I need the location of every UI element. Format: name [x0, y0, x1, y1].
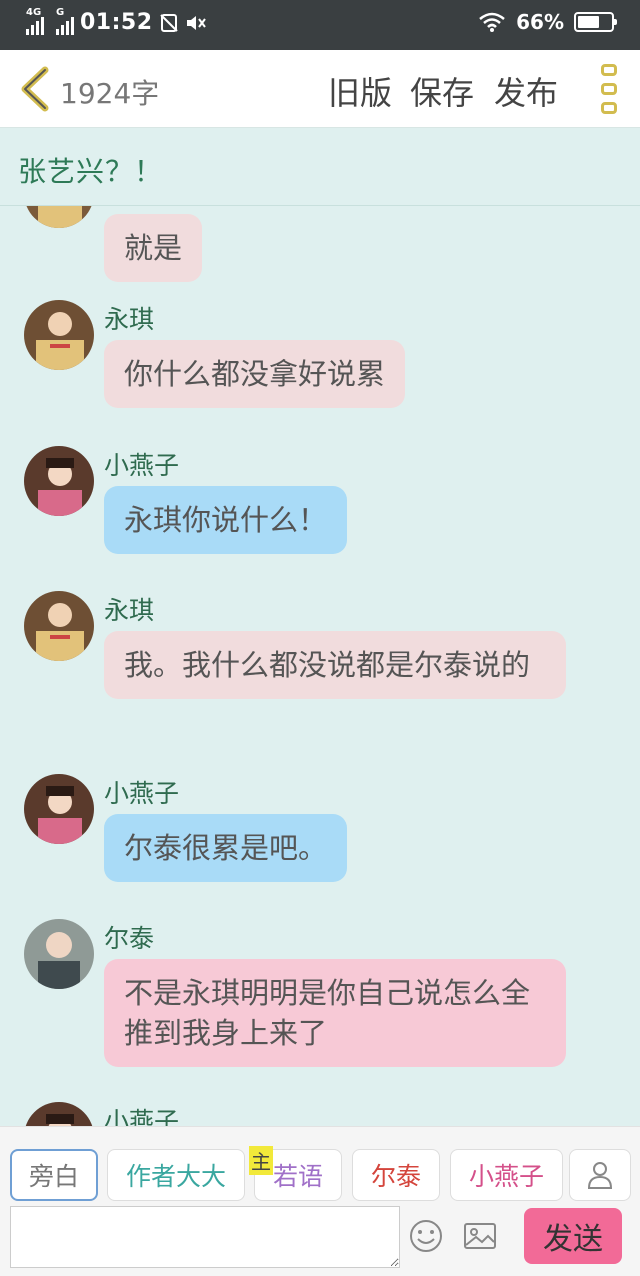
speaker-name: 小燕子: [104, 779, 180, 808]
message-bubble[interactable]: 不是永琪明明是你自己说怎么全推到我身上来了: [104, 959, 566, 1067]
role-narration[interactable]: 旁白: [10, 1149, 98, 1201]
message-bubble[interactable]: 你什么都没拿好说累: [104, 340, 406, 408]
role-ertai[interactable]: 尔泰: [352, 1149, 440, 1201]
chevron-left-icon: [21, 66, 49, 112]
no-sim-icon: [159, 13, 178, 32]
role-selector-bar: 旁白 作者大大 主 若语 尔泰 小燕子: [0, 1126, 640, 1204]
signal-4g-icon: 4G: [26, 7, 44, 35]
speaker-name: 尔泰: [104, 924, 155, 953]
chat-area[interactable]: 就是 永琪 你什么都没拿好说累 小燕子 永琪你说什么！ 永琪 我。我什么都没说都…: [0, 206, 640, 1126]
speaker-name: 永琪: [104, 305, 155, 334]
message-input[interactable]: [10, 1206, 400, 1268]
send-label: 发送: [543, 1222, 603, 1257]
input-bar: 发送: [0, 1204, 640, 1276]
clock: 01:52: [80, 10, 153, 35]
role-author[interactable]: 作者大大: [107, 1149, 245, 1201]
speaker-name: 小燕子: [104, 451, 180, 480]
role-label: 作者大大: [125, 1162, 226, 1191]
battery-icon: [574, 12, 617, 32]
emoji-icon[interactable]: [408, 1218, 444, 1254]
message-bubble[interactable]: 尔泰很累是吧。: [104, 814, 348, 882]
main-role-badge: 主: [249, 1146, 273, 1175]
mute-icon: [186, 15, 206, 30]
role-xiaoyanzi[interactable]: 小燕子: [450, 1149, 563, 1201]
word-count: 1924字: [60, 77, 160, 110]
avatar-xiaoyanzi: [24, 1102, 94, 1126]
story-title-bar[interactable]: 张艺兴？！: [0, 128, 640, 206]
wifi-icon: [479, 12, 505, 32]
role-label: 小燕子: [468, 1162, 544, 1191]
battery-percent: 66%: [516, 10, 564, 34]
status-bar: 4G G 01:52 66%: [0, 0, 640, 50]
add-role-button[interactable]: [569, 1149, 631, 1201]
publish-button[interactable]: 发布: [494, 68, 558, 114]
speaker-name: 小燕子: [104, 1107, 180, 1126]
role-ruoyu[interactable]: 主 若语: [249, 1146, 342, 1201]
message-bubble[interactable]: 永琪你说什么！: [104, 486, 348, 554]
role-label: 旁白: [28, 1162, 79, 1191]
avatar-yongqi: [24, 300, 94, 370]
old-version-button[interactable]: 旧版: [328, 68, 392, 114]
avatar-ertai: [24, 919, 94, 989]
send-button[interactable]: 发送: [524, 1208, 622, 1264]
more-menu-icon[interactable]: [598, 64, 620, 114]
avatar-yongqi: [24, 206, 94, 228]
image-icon[interactable]: [462, 1218, 498, 1254]
role-label: 若语: [272, 1162, 323, 1191]
role-label: 尔泰: [370, 1162, 421, 1191]
back-button[interactable]: [14, 64, 54, 114]
avatar-xiaoyanzi: [24, 774, 94, 844]
avatar-yongqi: [24, 591, 94, 661]
person-icon: [587, 1162, 613, 1189]
message-bubble[interactable]: 我。我什么都没说都是尔泰说的: [104, 631, 566, 699]
message-bubble[interactable]: 就是: [104, 214, 203, 282]
editor-header: 1924字 旧版 保存 发布: [0, 50, 640, 128]
story-title: 张艺兴？！: [18, 155, 164, 188]
save-button[interactable]: 保存: [410, 68, 474, 114]
signal-g-icon: G: [56, 7, 74, 35]
speaker-name: 永琪: [104, 596, 155, 625]
avatar-xiaoyanzi: [24, 446, 94, 516]
